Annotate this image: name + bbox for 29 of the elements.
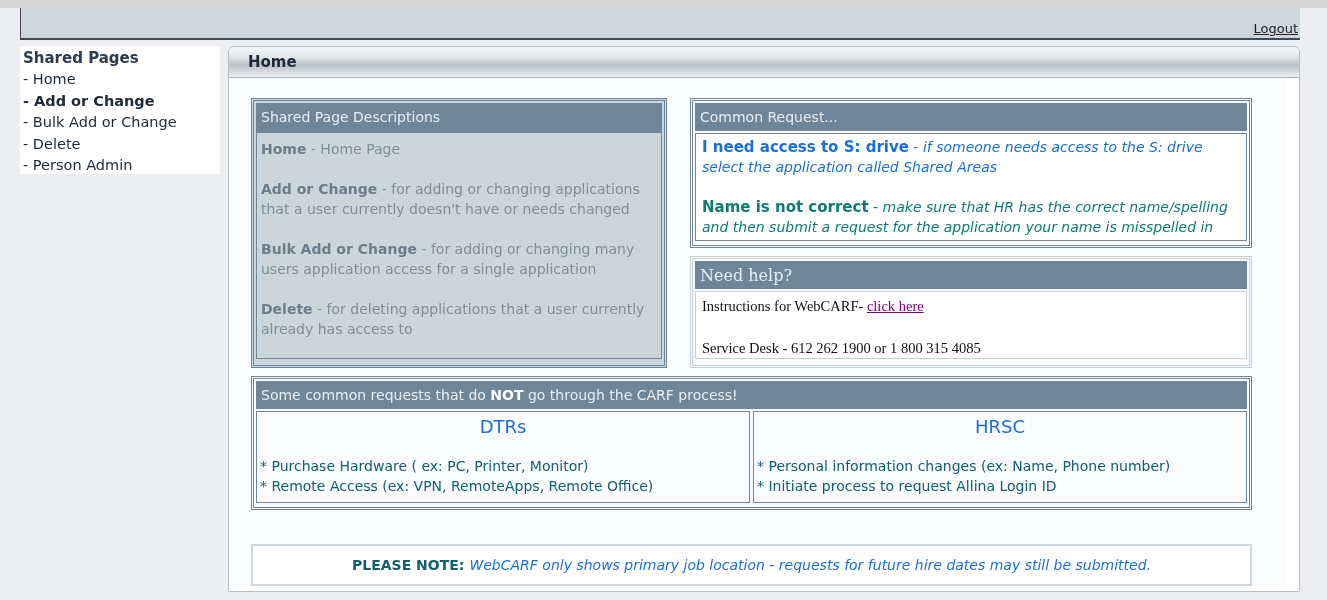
box-title: Common Request... (695, 103, 1247, 131)
service-desk-text: Service Desk - 612 262 1900 or 1 800 315 4085 (702, 339, 982, 358)
description-text: Home - Home Page (261, 140, 402, 159)
description-text: Bulk Add or Change - for adding or changing many users application access for a single application (261, 240, 636, 279)
request-item: * Personal information changes (ex: Name, Phone number) (757, 457, 1172, 476)
request-item: * Initiate process to request Allina Login ID (757, 477, 1058, 496)
sidebar-item[interactable]: - Home (23, 69, 217, 91)
request-text: I need access to S: drive - if someone needs access to the S: drive select the application called Shared Areas (702, 137, 1204, 177)
click-here-link[interactable]: click here (866, 298, 924, 314)
sidebar-item[interactable]: - Person Admin (23, 155, 217, 177)
panel-title: Home (248, 53, 297, 71)
box-title: Shared Page Descriptions (256, 103, 662, 131)
sidebar-title: Shared Pages (23, 48, 140, 69)
request-item: * Purchase Hardware ( ex: PC, Printer, Monitor) (260, 457, 590, 476)
column-title: HRSC (973, 415, 1026, 439)
sidebar-item[interactable]: - Add or Change (23, 90, 217, 112)
sidebar-item[interactable]: - Bulk Add or Change (23, 112, 217, 134)
box-title: Need help? (695, 261, 1247, 289)
logout-link[interactable]: Logout (1253, 21, 1298, 36)
description-text: Delete - for deleting applications that a user currently already has access to (261, 300, 646, 339)
box-title: Some common requests that do NOT go through the CARF process! (261, 387, 738, 403)
sidebar-item[interactable]: - Delete (23, 133, 217, 155)
request-item: * Remote Access (ex: VPN, RemoteApps, Remote Office) (260, 477, 655, 496)
column-title: DTRs (478, 415, 528, 439)
description-text: Add or Change - for adding or changing applications that a user currently doesn't have or needs changed (261, 180, 641, 219)
note-text: WebCARF only shows primary job location - requests for future hire dates may still be submitted. (469, 557, 1152, 573)
note-label: PLEASE NOTE: (351, 557, 465, 573)
request-text: Name is not correct - make sure that HR has the correct name/spelling and then submit a request for the application your name is misspelled in (702, 197, 1229, 237)
instructions-text: Instructions for WebCARF- (702, 298, 865, 314)
